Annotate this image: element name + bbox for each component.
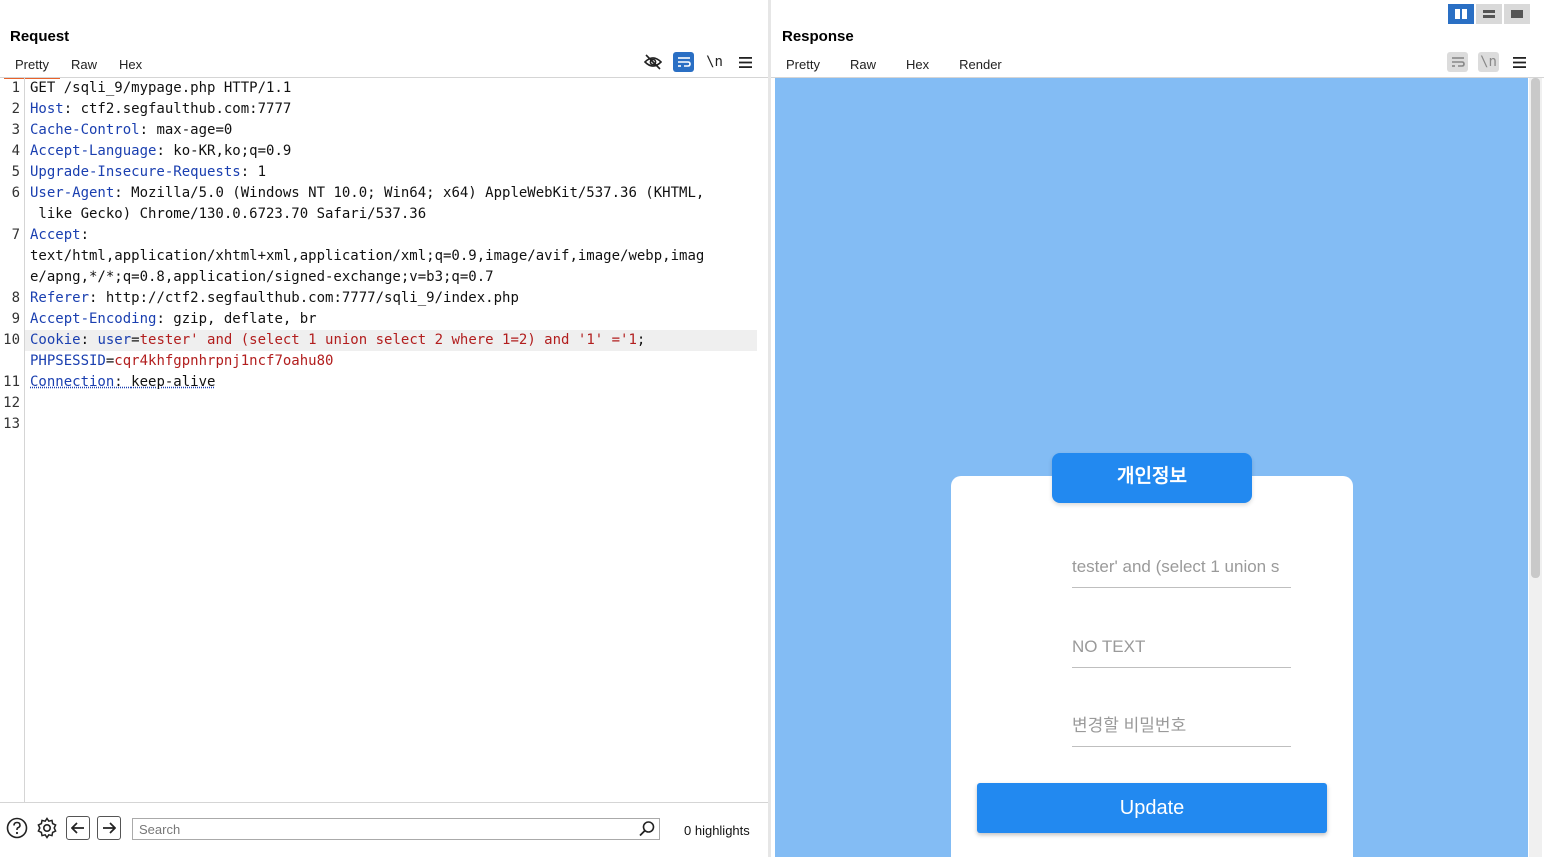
- code-line-wrap: PHPSESSID=cqr4khfgpnhrpnj1ncf7oahu80: [30, 353, 334, 369]
- request-tabs: Pretty Raw Hex: [4, 56, 153, 79]
- newline-toggle[interactable]: \n: [704, 52, 725, 72]
- forward-arrow-icon[interactable]: [97, 816, 121, 840]
- header-name: Upgrade-Insecure-Requests: [30, 164, 241, 180]
- line-number: 2: [11, 101, 20, 117]
- header-name: User-Agent: [30, 185, 115, 201]
- header-value: keep-alive: [131, 374, 216, 390]
- side-by-side-layout-icon[interactable]: [1448, 4, 1474, 24]
- line-number: 7: [11, 227, 20, 243]
- request-editor[interactable]: 1 GET /sqli_9/mypage.php HTTP/1.1 2 Host…: [0, 78, 768, 803]
- response-toolbar: \n: [1447, 52, 1530, 72]
- info-field[interactable]: NO TEXT: [1072, 627, 1291, 668]
- line-number: 8: [11, 290, 20, 306]
- code-line: 11 Connection: keep-alive: [0, 372, 758, 393]
- header-value: max-age=0: [156, 122, 233, 138]
- line-number: 3: [11, 122, 20, 138]
- cookie-name: user: [97, 332, 132, 348]
- wrap-lines-icon[interactable]: [1447, 52, 1468, 72]
- username-field[interactable]: tester' and (select 1 union s: [1072, 547, 1291, 588]
- request-title: Request: [10, 28, 70, 45]
- search-icon[interactable]: [638, 820, 656, 838]
- code-line: 13: [0, 414, 758, 435]
- code-line-wrap: text/html,application/xhtml+xml,applicat…: [0, 246, 758, 267]
- code-line: 9 Accept-Encoding: gzip, deflate, br: [0, 309, 758, 330]
- update-button[interactable]: Update: [977, 783, 1327, 833]
- header-name: Referer: [30, 290, 90, 306]
- response-title: Response: [782, 28, 854, 45]
- header-value: text/html,application/xhtml+xml,applicat…: [30, 248, 705, 264]
- line-number: 11: [3, 374, 20, 390]
- code-line: 12: [0, 393, 758, 414]
- render-scrollbar[interactable]: [1529, 78, 1542, 857]
- tabbed-layout-icon[interactable]: [1504, 4, 1530, 24]
- response-pane: Response Pretty Raw Hex Render \n 개인정보 t…: [771, 0, 1544, 857]
- card-title: 개인정보: [1052, 453, 1252, 503]
- line-number: 13: [3, 416, 20, 432]
- request-tab-raw[interactable]: Raw: [60, 56, 108, 77]
- header-name: Accept-Encoding: [30, 311, 157, 327]
- code-line: 3 Cache-Control: max-age=0: [0, 120, 758, 141]
- cookie-value: cqr4khfgpnhrpnj1ncf7oahu80: [114, 353, 334, 369]
- code-line: 8 Referer: http://ctf2.segfaulthub.com:7…: [0, 288, 758, 309]
- hamburger-menu-icon[interactable]: [735, 52, 756, 72]
- code-line: 2 Host: ctf2.segfaulthub.com:7777: [0, 99, 758, 120]
- header-name: Connection: [30, 374, 115, 390]
- line-number: 6: [11, 185, 20, 201]
- settings-gear-icon[interactable]: [36, 817, 58, 839]
- header-value: 1: [257, 164, 267, 180]
- response-tab-hex[interactable]: Hex: [895, 56, 940, 77]
- header-name: Accept: [30, 227, 81, 243]
- layout-toggle: [1448, 4, 1530, 24]
- header-name: Host: [30, 101, 64, 117]
- code-line: 10 Cookie: user=tester' and (select 1 un…: [0, 330, 758, 351]
- header-name: Accept-Language: [30, 143, 157, 159]
- hamburger-menu-icon[interactable]: [1509, 52, 1530, 72]
- response-tab-pretty[interactable]: Pretty: [775, 56, 831, 77]
- code-line: 1 GET /sqli_9/mypage.php HTTP/1.1: [0, 78, 758, 99]
- line-number: 12: [3, 395, 20, 411]
- request-tab-pretty[interactable]: Pretty: [4, 56, 60, 79]
- request-tab-hex[interactable]: Hex: [108, 56, 153, 77]
- header-value-wrap: like Gecko) Chrome/130.0.6723.70 Safari/…: [30, 206, 427, 222]
- code-line: 7 Accept:: [0, 225, 758, 246]
- code-line: 5 Upgrade-Insecure-Requests: 1: [0, 162, 758, 183]
- stacked-layout-icon[interactable]: [1476, 4, 1502, 24]
- code-line: 6 User-Agent: Mozilla/5.0 (Windows NT 10…: [0, 183, 758, 204]
- request-pane: Request Pretty Raw Hex \n 1 GET /sqli_9/…: [0, 0, 768, 857]
- line-number: 10: [3, 332, 20, 348]
- header-name: Cache-Control: [30, 122, 140, 138]
- new-password-field[interactable]: 변경할 비밀번호: [1072, 706, 1291, 747]
- code-line-wrap: e/apng,*/*;q=0.8,application/signed-exch…: [0, 267, 758, 288]
- header-value-wrap: e/apng,*/*;q=0.8,application/signed-exch…: [30, 269, 494, 285]
- hide-eye-icon[interactable]: [642, 52, 663, 72]
- cookie-value: tester' and (select 1 union select 2 whe…: [139, 332, 637, 348]
- response-tabs: Pretty Raw Hex Render: [775, 56, 1017, 79]
- request-line: GET /sqli_9/mypage.php HTTP/1.1: [30, 80, 292, 96]
- help-icon[interactable]: [6, 817, 28, 839]
- code-line-wrap: like Gecko) Chrome/130.0.6723.70 Safari/…: [0, 204, 758, 225]
- line-number: 1: [11, 80, 20, 96]
- wrap-lines-icon[interactable]: [673, 52, 694, 72]
- rendered-page: 개인정보 tester' and (select 1 union s NO TE…: [775, 78, 1528, 857]
- header-value: ctf2.segfaulthub.com:7777: [80, 101, 292, 117]
- response-tab-render[interactable]: Render: [944, 56, 1017, 79]
- line-number: 9: [11, 311, 20, 327]
- header-value: Mozilla/5.0 (Windows NT 10.0; Win64; x64…: [131, 185, 705, 201]
- header-value: gzip, deflate, br: [173, 311, 317, 327]
- header-name: Cookie: [30, 332, 81, 348]
- cookie-name: PHPSESSID: [30, 353, 106, 369]
- search-input[interactable]: Search: [132, 818, 660, 840]
- request-bottom-bar: Search 0 highlights: [0, 802, 768, 857]
- line-number: 4: [11, 143, 20, 159]
- highlights-count: 0 highlights: [684, 823, 750, 838]
- header-value: ko-KR,ko;q=0.9: [173, 143, 292, 159]
- line-number: 5: [11, 164, 20, 180]
- header-value: http://ctf2.segfaulthub.com:7777/sqli_9/…: [105, 290, 519, 306]
- code-line: 4 Accept-Language: ko-KR,ko;q=0.9: [0, 141, 758, 162]
- scrollbar-thumb[interactable]: [1531, 78, 1540, 578]
- request-toolbar: \n: [642, 52, 756, 72]
- back-arrow-icon[interactable]: [66, 816, 90, 840]
- response-tab-raw[interactable]: Raw: [839, 56, 887, 77]
- newline-toggle[interactable]: \n: [1478, 52, 1499, 72]
